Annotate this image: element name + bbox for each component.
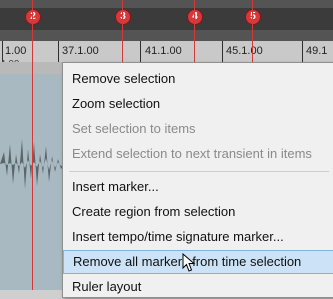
ruler-tick-label: 1.00 [5,45,27,57]
project-marker-2[interactable]: 2 [25,9,41,25]
media-item[interactable] [0,74,67,290]
menu-item-zoom-selection[interactable]: Zoom selection [63,92,333,116]
menu-item-extend-selection-transient: Extend selection to next transient in it… [72,146,312,161]
ruler-context-menu: Remove selection Zoom selection Set sele… [62,62,333,298]
ruler-tick-label: 45.1.00 [226,45,263,57]
menu-item-create-region[interactable]: Create region from selection [63,200,333,224]
menu-item-insert-tempo-marker[interactable]: Insert tempo/time signature marker... [63,225,333,249]
menu-item-ruler-layout[interactable]: Ruler layout [63,275,333,299]
menu-item-remove-all-markers[interactable]: Remove all markers from time selection [63,250,333,274]
timeline-ruler[interactable]: 1.00 37.1.00 41.1.00 45.1.00 49.1 [0,41,333,63]
menu-item-insert-marker[interactable]: Insert marker... [63,175,333,199]
ruler-tick [58,41,59,62]
ruler-tick [222,41,223,62]
waveform-icon [0,139,66,189]
menu-separator [69,171,329,172]
project-marker-3[interactable]: 3 [115,9,131,25]
track-area[interactable] [0,62,68,290]
project-marker-5[interactable]: 5 [245,9,261,25]
ruler-tick-label: 49.1 [306,45,328,57]
ruler-tick [140,41,141,62]
menu-item-remove-selection[interactable]: Remove selection [63,67,333,91]
ruler-tick-label: 41.1.00 [145,45,182,57]
ruler-tick [302,41,303,62]
ruler-tick-label: 37.1.00 [62,45,99,57]
marker-line [32,0,33,290]
menu-item-set-selection-to-items: Set selection to items [72,121,196,136]
marker-lane: 2 3 4 5 [0,8,333,30]
project-marker-4[interactable]: 4 [187,9,203,25]
mouse-cursor-icon [182,253,196,272]
